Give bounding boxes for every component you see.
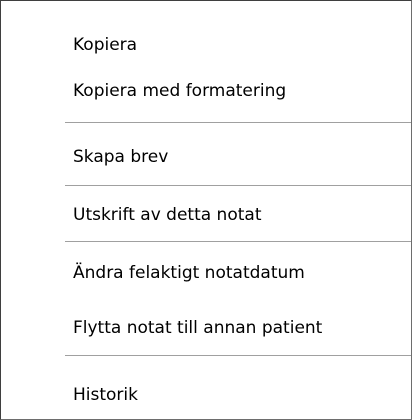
menu-item-change-note-date[interactable]: Ändra felaktigt notatdatum — [73, 263, 305, 283]
menu-item-move-note-to-patient[interactable]: Flytta notat till annan patient — [73, 318, 322, 338]
menu-separator — [65, 185, 411, 186]
menu-item-copy-with-formatting[interactable]: Kopiera med formatering — [73, 81, 286, 101]
menu-item-create-letter[interactable]: Skapa brev — [73, 147, 168, 167]
menu-item-copy[interactable]: Kopiera — [73, 35, 137, 55]
menu-item-print-note[interactable]: Utskrift av detta notat — [73, 205, 262, 225]
menu-separator — [65, 241, 411, 242]
menu-separator — [65, 355, 411, 356]
menu-item-history[interactable]: Historik — [73, 385, 138, 405]
menu-separator — [65, 122, 411, 123]
context-menu: Kopiera Kopiera med formatering Skapa br… — [0, 0, 412, 420]
